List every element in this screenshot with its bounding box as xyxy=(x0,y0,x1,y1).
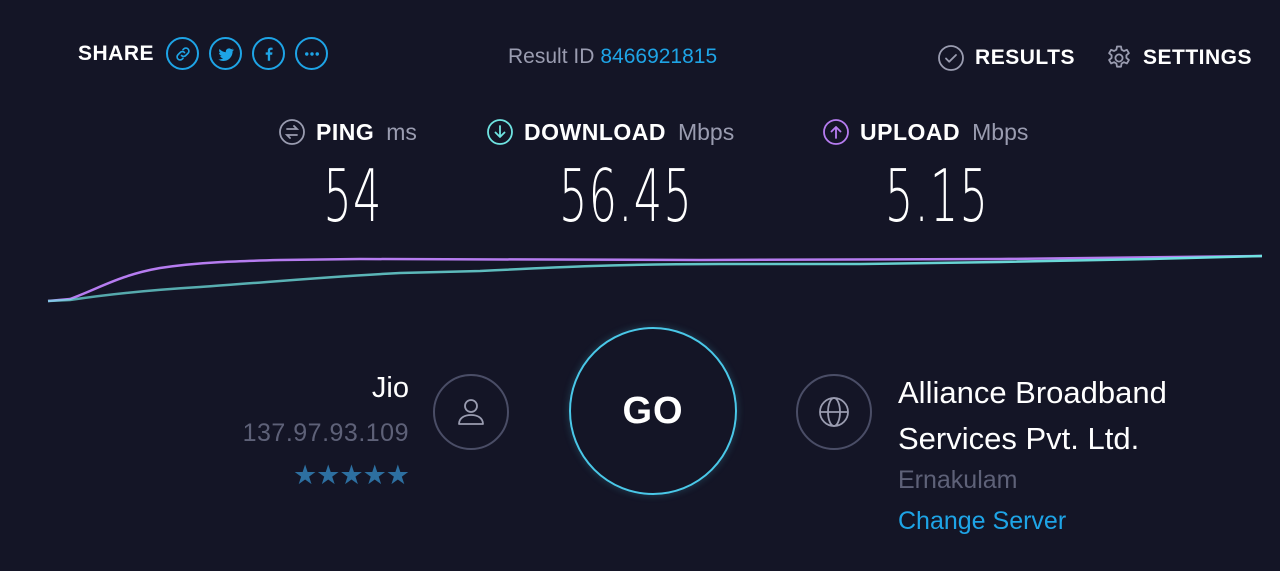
change-server-link[interactable]: Change Server xyxy=(898,507,1238,536)
download-value: 56.45 xyxy=(559,154,693,238)
download-label: DOWNLOAD xyxy=(524,118,666,145)
download-metric: DOWNLOAD Mbps 56.45 xyxy=(486,118,766,232)
go-button[interactable]: GO xyxy=(569,327,737,495)
top-nav: RESULTS SETTINGS xyxy=(937,44,1252,72)
ping-unit: ms xyxy=(386,118,417,145)
ping-label: PING xyxy=(316,118,375,145)
check-circle-icon xyxy=(938,45,964,71)
upload-label: UPLOAD xyxy=(860,118,961,145)
results-label: RESULTS xyxy=(975,46,1075,69)
isp-info: Jio 137.97.93.109 ★★★★★ xyxy=(242,372,410,491)
ping-value: 54 xyxy=(323,154,383,238)
twitter-icon[interactable] xyxy=(209,37,243,70)
results-button[interactable]: RESULTS xyxy=(937,44,1075,72)
result-id-label: Result ID xyxy=(508,45,595,68)
user-icon xyxy=(433,374,509,450)
isp-name: Jio xyxy=(371,372,409,404)
upload-unit: Mbps xyxy=(972,118,1029,145)
speedtest-page: SHARE Result ID 8466921815 RESULTS SETTI… xyxy=(0,0,1280,571)
globe-icon xyxy=(796,374,872,450)
speed-graph xyxy=(47,254,1263,303)
gear-icon xyxy=(1108,45,1130,68)
result-id-link[interactable]: 8466921815 xyxy=(600,45,717,68)
download-arrow-icon xyxy=(487,119,513,145)
ip-address: 137.97.93.109 xyxy=(242,419,409,447)
ping-metric: PING ms 54 xyxy=(278,118,428,232)
ping-icon xyxy=(279,119,305,145)
more-icon[interactable] xyxy=(295,37,329,70)
facebook-icon[interactable] xyxy=(252,37,286,70)
server-location: Ernakulam xyxy=(898,466,1018,494)
server-info: Alliance Broadband Services Pvt. Ltd. Er… xyxy=(898,370,1238,536)
result-id: Result ID 8466921815 xyxy=(508,45,717,69)
isp-rating-stars[interactable]: ★★★★★ xyxy=(243,460,410,491)
upload-value: 5.15 xyxy=(884,154,990,238)
share-label: SHARE xyxy=(78,41,155,65)
upload-metric: UPLOAD Mbps 5.15 xyxy=(822,118,1052,232)
settings-label: SETTINGS xyxy=(1142,46,1252,69)
server-name: Alliance Broadband Services Pvt. Ltd. xyxy=(898,375,1167,456)
link-icon[interactable] xyxy=(166,37,200,70)
go-label: GO xyxy=(622,389,684,432)
share-bar: SHARE xyxy=(78,37,329,70)
upload-arrow-icon xyxy=(823,119,849,145)
download-unit: Mbps xyxy=(677,118,735,145)
upload-graph-line xyxy=(47,254,1263,303)
settings-button[interactable]: SETTINGS xyxy=(1105,44,1252,72)
